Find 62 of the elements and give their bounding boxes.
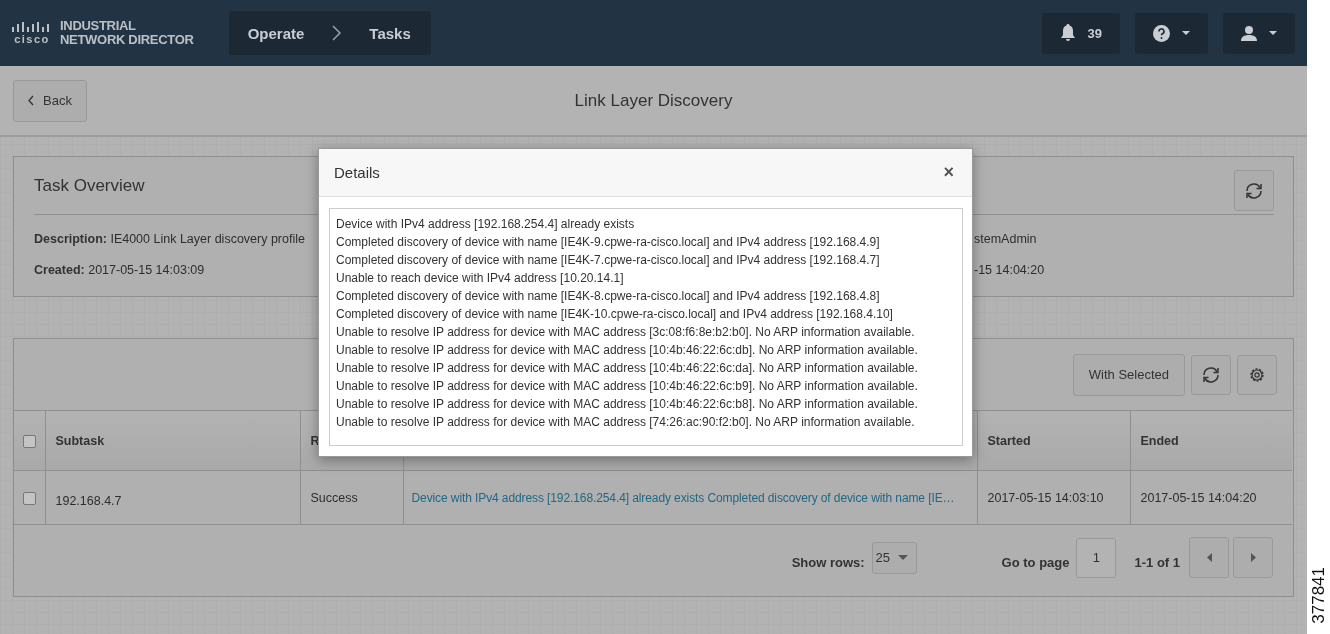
help-menu-button[interactable]	[1135, 12, 1208, 54]
log-line: Device with IPv4 address [192.168.254.4] already exists	[336, 216, 635, 233]
select-all-checkbox[interactable]	[22, 434, 36, 448]
log-line: Completed discovery of device with name [IE4K-8.cpwe-ra-cisco.local] and IPv4 address [192.168.4.8]	[336, 288, 880, 305]
overview-field: Description: IE4000 Link Layer discovery profile	[34, 232, 305, 246]
user-icon	[1241, 25, 1257, 41]
table-cell: 2017-05-15 14:04:20	[1140, 490, 1257, 505]
product-name: INDUSTRIAL	[60, 19, 137, 33]
log-line: Unable to resolve IP address for device with MAC address [10:4b:46:22:6c:da]. No ARP information available.	[336, 360, 918, 377]
help-icon	[1153, 24, 1170, 42]
notifications-button[interactable]: 39	[1041, 12, 1120, 54]
show-rows-label: Show rows:	[791, 555, 865, 570]
refresh-icon	[1201, 365, 1221, 384]
log-line: Unable to resolve IP address for device with MAC address [74:26:ac:90:f2:b0]. No ARP information available.	[336, 414, 915, 431]
figure-number: 377841	[1308, 567, 1329, 624]
user-menu-button[interactable]	[1223, 12, 1295, 54]
bell-icon	[1059, 24, 1076, 42]
refresh-button[interactable]	[1191, 354, 1231, 395]
chevron-left-icon	[28, 95, 35, 106]
card-title: Task Overview	[34, 175, 145, 196]
overview-field: stemAdmin	[974, 232, 1274, 246]
page-range: 1-1 of 1	[1134, 555, 1180, 570]
table-cell: 2017-05-15 14:03:10	[987, 490, 1104, 505]
breadcrumb-link[interactable]: Tasks	[369, 24, 411, 42]
log-line: Unable to resolve IP address for device with MAC address [10:4b:46:22:6c:b8]. No ARP information available.	[336, 396, 918, 413]
triangle-left-icon	[1206, 553, 1212, 562]
log-line: Unable to resolve IP address for device with MAC address [3c:08:f6:8e:b2:b0]. No ARP information available.	[336, 324, 915, 341]
caret-down-icon	[897, 555, 908, 560]
log-line: Completed discovery of device with name [IE4K-10.cpwe-ra-cisco.local] and IPv4 address [192.168.4.10]	[336, 306, 893, 323]
page-title: Link Layer Discovery	[574, 90, 733, 111]
row-checkbox[interactable]	[22, 491, 36, 505]
settings-button[interactable]	[1237, 354, 1277, 395]
log-line: Completed discovery of device with name [IE4K-7.cpwe-ra-cisco.local] and IPv4 address [192.168.4.7]	[336, 252, 880, 269]
column-header[interactable]: Subtask	[55, 433, 105, 448]
dialog-title: Details	[334, 164, 380, 181]
go-to-page-label: Go to page	[1001, 555, 1070, 570]
log-line: Unable to resolve IP address for device with MAC address [10:4b:46:22:6c:db]. No ARP information available.	[336, 342, 918, 359]
column-header[interactable]: Started	[987, 433, 1031, 448]
caret-down-icon	[1182, 31, 1190, 35]
table-cell: Success	[310, 490, 358, 505]
breadcrumb-link[interactable]: Operate	[247, 24, 305, 42]
page-input[interactable]: 1	[1076, 537, 1117, 578]
overview-field: Created: 2017-05-15 14:03:09	[34, 263, 305, 277]
overview-field: -15 14:04:20	[974, 263, 1274, 277]
back-button[interactable]: Back	[13, 79, 87, 122]
refresh-button[interactable]	[1234, 170, 1274, 211]
cisco-bars-icon	[12, 21, 52, 32]
refresh-icon	[1244, 181, 1264, 200]
settings-icon	[1248, 365, 1266, 384]
caret-down-icon	[1269, 31, 1277, 35]
logo-wordmark: cisco	[14, 33, 50, 45]
log-line: Unable to resolve IP address for device with MAC address [10:4b:46:22:6c:b9]. No ARP information available.	[336, 378, 918, 395]
chevron-right-icon	[332, 25, 342, 41]
log-line: Unable to reach device with IPv4 address [10.20.14.1]	[336, 270, 624, 287]
rows-per-page-select[interactable]: 25	[871, 541, 917, 574]
product-name: NETWORK DIRECTOR	[60, 33, 194, 47]
column-header[interactable]: Ended	[1140, 433, 1179, 448]
with-selected-button[interactable]: With Selected	[1072, 353, 1185, 396]
close-button[interactable]: ×	[941, 162, 956, 183]
table-cell: 192.168.4.7	[55, 493, 122, 508]
triangle-right-icon	[1250, 553, 1256, 562]
log-line: Completed discovery of device with name [IE4K-9.cpwe-ra-cisco.local] and IPv4 address [192.168.4.9]	[336, 234, 880, 251]
